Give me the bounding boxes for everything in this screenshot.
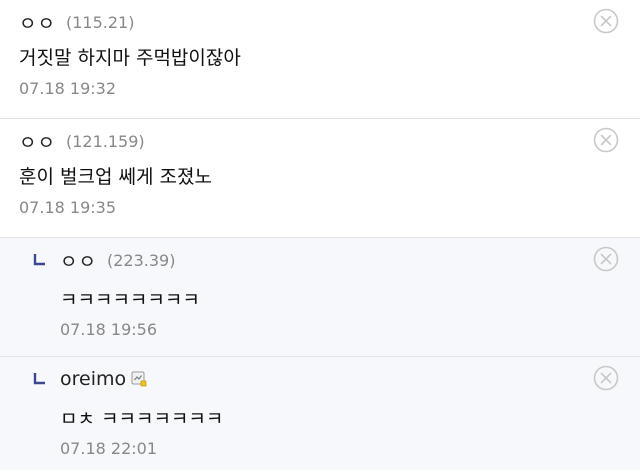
comment-date: 07.18 19:32 (19, 79, 116, 98)
comment-ip: (115.21) (65, 12, 135, 32)
comment-nickname[interactable]: ㅇㅇ (60, 247, 97, 274)
comment-list: ㅇㅇ (115.21) 거짓말 하지마 주먹밥이잖아 07.18 19:32 ㅇ… (0, 0, 640, 470)
comment-text: ㅋㅋㅋㅋㅋㅋㅋㅋ (60, 289, 200, 311)
comment-header: ㅇㅇ (223.39) (60, 247, 175, 273)
comment-ip: (223.39) (106, 250, 176, 270)
comment-ip: (121.159) (65, 131, 145, 151)
delete-comment-button[interactable] (593, 127, 619, 153)
comment-header: oreimo (60, 366, 147, 392)
comment-nickname[interactable]: ㅇㅇ (19, 9, 56, 36)
comment-date: 07.18 22:01 (60, 439, 157, 458)
reply-item: oreimo ㅁㅊ ㅋㅋㅋㅋㅋㅋㅋ 07.18 22:01 (0, 357, 640, 470)
comment-header: ㅇㅇ (121.159) (19, 128, 145, 154)
comment-nickname[interactable]: oreimo (60, 368, 126, 390)
comment-date: 07.18 19:35 (19, 198, 116, 217)
comment-text: 거짓말 하지마 주먹밥이잖아 (19, 47, 241, 69)
close-circle-icon (593, 127, 619, 153)
comment-header: ㅇㅇ (115.21) (19, 9, 134, 35)
close-circle-icon (593, 246, 619, 272)
reply-arrow-icon (33, 253, 47, 267)
comment-date: 07.18 19:56 (60, 320, 157, 339)
delete-comment-button[interactable] (593, 365, 619, 391)
close-circle-icon (593, 365, 619, 391)
member-badge-icon (131, 371, 147, 386)
comment-text: ㅁㅊ ㅋㅋㅋㅋㅋㅋㅋ (60, 408, 224, 430)
close-circle-icon (593, 8, 619, 34)
comment-item: ㅇㅇ (121.159) 훈이 벌크업 쎄게 조졌노 07.18 19:35 (0, 119, 640, 238)
delete-comment-button[interactable] (593, 246, 619, 272)
reply-arrow-icon (33, 372, 47, 386)
comment-item: ㅇㅇ (115.21) 거짓말 하지마 주먹밥이잖아 07.18 19:32 (0, 0, 640, 119)
comment-text: 훈이 벌크업 쎄게 조졌노 (19, 166, 212, 188)
comment-nickname[interactable]: ㅇㅇ (19, 128, 56, 155)
reply-item: ㅇㅇ (223.39) ㅋㅋㅋㅋㅋㅋㅋㅋ 07.18 19:56 (0, 238, 640, 357)
delete-comment-button[interactable] (593, 8, 619, 34)
